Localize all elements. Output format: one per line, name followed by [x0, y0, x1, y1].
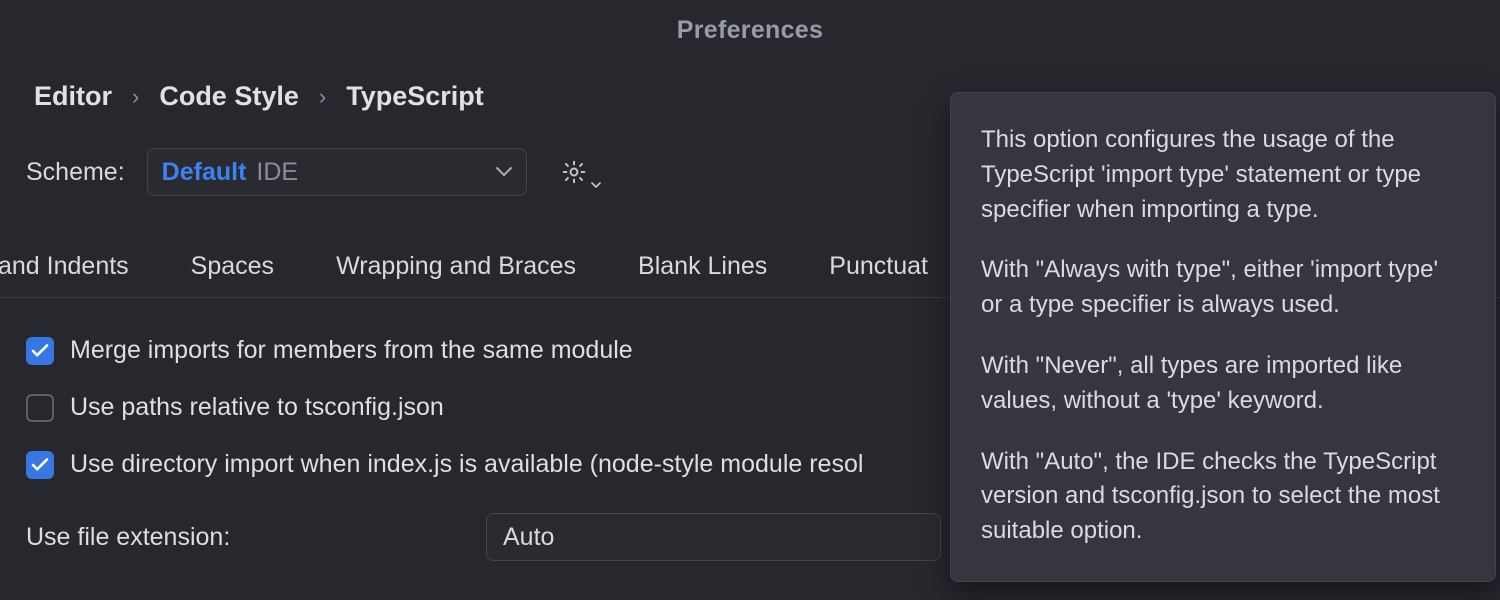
label-file-extension: Use file extension:	[26, 523, 486, 552]
scheme-label: Scheme:	[26, 158, 125, 187]
tab-indents[interactable]: and Indents	[0, 252, 129, 281]
chevron-right-icon: ›	[317, 84, 328, 110]
file-extension-value: Auto	[503, 523, 554, 552]
breadcrumb-codestyle[interactable]: Code Style	[159, 81, 299, 112]
tooltip-paragraph: With "Auto", the IDE checks the TypeScri…	[981, 445, 1465, 549]
label-merge-imports: Merge imports for members from the same …	[70, 336, 633, 365]
checkbox-directory-import[interactable]	[26, 451, 54, 479]
tab-spaces[interactable]: Spaces	[191, 252, 274, 281]
chevron-down-icon	[496, 167, 512, 177]
chevron-down-icon	[591, 182, 601, 189]
breadcrumb-editor[interactable]: Editor	[34, 81, 112, 112]
scheme-value: Default	[162, 158, 247, 187]
tooltip-paragraph: This option configures the usage of the …	[981, 123, 1465, 227]
scheme-scope: IDE	[256, 158, 485, 187]
label-directory-import: Use directory import when index.js is av…	[70, 450, 863, 479]
window-title: Preferences	[0, 0, 1500, 45]
file-extension-dropdown[interactable]: Auto	[486, 513, 941, 561]
checkbox-merge-imports[interactable]	[26, 337, 54, 365]
tab-wrapping[interactable]: Wrapping and Braces	[336, 252, 576, 281]
label-relative-paths: Use paths relative to tsconfig.json	[70, 393, 444, 422]
tab-blanklines[interactable]: Blank Lines	[638, 252, 767, 281]
gear-icon	[561, 159, 587, 185]
tab-punctuation[interactable]: Punctuat	[829, 252, 928, 281]
tooltip-paragraph: With "Always with type", either 'import …	[981, 253, 1465, 323]
breadcrumb-typescript[interactable]: TypeScript	[346, 81, 484, 112]
scheme-dropdown[interactable]: Default IDE	[147, 148, 527, 196]
scheme-actions-button[interactable]	[561, 159, 587, 185]
tooltip-paragraph: With "Never", all types are imported lik…	[981, 349, 1465, 419]
chevron-right-icon: ›	[130, 84, 141, 110]
checkbox-relative-paths[interactable]	[26, 394, 54, 422]
help-tooltip: This option configures the usage of the …	[950, 92, 1496, 582]
